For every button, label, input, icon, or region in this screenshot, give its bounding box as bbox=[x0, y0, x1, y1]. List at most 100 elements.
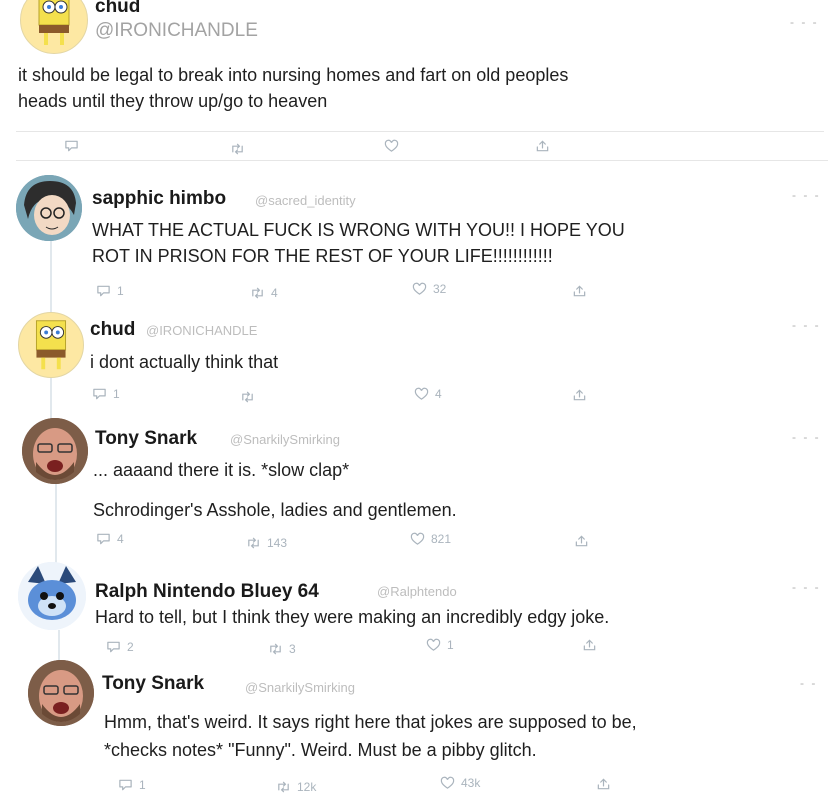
share-icon bbox=[535, 139, 550, 153]
reply-author-name[interactable]: Tony Snark bbox=[102, 673, 204, 695]
retweet-button[interactable]: 12k bbox=[276, 778, 316, 796]
share-icon bbox=[572, 388, 587, 402]
reply-button[interactable]: 1 bbox=[96, 282, 124, 300]
share-icon bbox=[596, 777, 611, 791]
like-icon bbox=[426, 638, 441, 652]
avatar-spongebob[interactable] bbox=[20, 0, 88, 54]
reply-author-handle[interactable]: @SnarkilySmirking bbox=[245, 680, 355, 695]
reply-text-line-2: *checks notes* "Funny". Weird. Must be a… bbox=[104, 740, 537, 760]
like-icon bbox=[414, 387, 429, 401]
retweet-count: 12k bbox=[297, 780, 317, 794]
reply-author-name[interactable]: Tony Snark bbox=[95, 428, 197, 450]
reply-icon bbox=[64, 139, 79, 153]
share-icon bbox=[582, 638, 597, 652]
menu-caret[interactable]: - - bbox=[800, 676, 817, 690]
like-count: 821 bbox=[431, 532, 452, 546]
original-author-name[interactable]: chud bbox=[95, 0, 140, 18]
share-button[interactable] bbox=[596, 775, 611, 793]
like-icon bbox=[384, 139, 399, 153]
retweet-button[interactable] bbox=[230, 140, 245, 158]
share-button[interactable] bbox=[572, 386, 587, 404]
reply-icon bbox=[92, 387, 107, 401]
share-icon bbox=[574, 534, 589, 548]
reply-count: 4 bbox=[117, 532, 124, 546]
like-button[interactable]: 4 bbox=[414, 385, 442, 403]
reply-text-line-2: Schrodinger's Asshole, ladies and gentle… bbox=[93, 500, 457, 520]
reply-button[interactable]: 2 bbox=[106, 638, 134, 656]
reply-text-line-1: WHAT THE ACTUAL FUCK IS WRONG WITH YOU!!… bbox=[92, 220, 625, 240]
retweet-icon bbox=[250, 286, 265, 300]
reply-icon bbox=[96, 284, 111, 298]
reply-text-line-1: i dont actually think that bbox=[90, 352, 279, 372]
thread-line bbox=[50, 236, 52, 312]
divider bbox=[16, 131, 824, 132]
reply-author-name[interactable]: sapphic himbo bbox=[92, 188, 226, 210]
reply-author-handle[interactable]: @sacred_identity bbox=[255, 193, 356, 208]
like-icon bbox=[412, 282, 427, 296]
reply-button[interactable] bbox=[64, 137, 79, 155]
reply-icon bbox=[106, 640, 121, 654]
reply-text-line-2: ROT IN PRISON FOR THE REST OF YOUR LIFE!… bbox=[92, 246, 553, 266]
reply-author-handle[interactable]: @IRONICHANDLE bbox=[146, 323, 257, 338]
avatar-bluey[interactable] bbox=[18, 562, 86, 630]
bluey-icon bbox=[18, 562, 86, 630]
menu-caret[interactable]: - - - bbox=[792, 318, 821, 332]
like-button[interactable] bbox=[384, 137, 399, 155]
retweet-count: 143 bbox=[267, 536, 288, 550]
spongebob-icon bbox=[38, 0, 70, 45]
original-text-line-1: it should be legal to break into nursing… bbox=[18, 65, 569, 85]
like-button[interactable]: 1 bbox=[426, 636, 454, 654]
like-button[interactable]: 32 bbox=[412, 280, 446, 298]
retweet-button[interactable] bbox=[240, 388, 261, 406]
reply-author-name[interactable]: Ralph Nintendo Bluey 64 bbox=[95, 581, 319, 603]
share-button[interactable] bbox=[535, 137, 550, 155]
share-button[interactable] bbox=[574, 532, 589, 550]
reply-button[interactable]: 4 bbox=[96, 530, 124, 548]
thread-line bbox=[58, 630, 60, 662]
like-count: 32 bbox=[433, 282, 447, 296]
retweet-icon bbox=[246, 536, 261, 550]
reply-count: 1 bbox=[139, 778, 146, 792]
retweet-button[interactable]: 3 bbox=[268, 640, 296, 658]
reply-icon bbox=[96, 532, 111, 546]
reply-icon bbox=[118, 778, 133, 792]
avatar-sapphic-himbo[interactable] bbox=[16, 175, 82, 241]
spongebob-icon bbox=[35, 320, 67, 370]
menu-caret[interactable]: - - - bbox=[792, 580, 821, 594]
original-text-line-2: heads until they throw up/go to heaven bbox=[18, 91, 328, 111]
like-icon bbox=[410, 532, 425, 546]
reply-text-line-1: ... aaaand there it is. *slow clap* bbox=[93, 460, 350, 480]
reply-count: 1 bbox=[117, 284, 124, 298]
retweet-button[interactable]: 143 bbox=[246, 534, 287, 552]
retweet-icon bbox=[268, 642, 283, 656]
share-icon bbox=[572, 284, 587, 298]
share-button[interactable] bbox=[582, 636, 597, 654]
avatar-tony-snark[interactable] bbox=[22, 418, 88, 484]
thread-line bbox=[55, 484, 57, 566]
reply-author-handle[interactable]: @Ralphtendo bbox=[377, 584, 457, 599]
original-author-handle[interactable]: @IRONICHANDLE bbox=[95, 20, 258, 42]
avatar-tony-snark[interactable] bbox=[28, 660, 94, 726]
like-button[interactable]: 821 bbox=[410, 530, 451, 548]
share-button[interactable] bbox=[572, 282, 587, 300]
menu-caret[interactable]: - - - bbox=[792, 430, 821, 444]
retweet-button[interactable]: 4 bbox=[250, 284, 278, 302]
retweet-icon bbox=[240, 390, 255, 404]
like-count: 1 bbox=[447, 638, 454, 652]
retweet-count: 3 bbox=[289, 642, 296, 656]
like-icon bbox=[440, 776, 455, 790]
reply-text-line-1: Hard to tell, but I think they were maki… bbox=[95, 607, 610, 627]
menu-caret[interactable]: - - - bbox=[790, 15, 819, 29]
like-button[interactable]: 43k bbox=[440, 774, 480, 792]
like-count: 4 bbox=[435, 387, 442, 401]
reply-button[interactable]: 1 bbox=[118, 776, 146, 794]
menu-caret[interactable]: - - - bbox=[792, 188, 821, 202]
reply-author-name[interactable]: chud bbox=[90, 319, 135, 341]
like-count: 43k bbox=[461, 776, 481, 790]
reply-button[interactable]: 1 bbox=[92, 385, 120, 403]
reply-author-handle[interactable]: @SnarkilySmirking bbox=[230, 432, 340, 447]
avatar-spongebob[interactable] bbox=[18, 312, 84, 378]
reply-text-line-1: Hmm, that's weird. It says right here th… bbox=[104, 712, 637, 732]
reply-count: 2 bbox=[127, 640, 134, 654]
reply-count: 1 bbox=[113, 387, 120, 401]
